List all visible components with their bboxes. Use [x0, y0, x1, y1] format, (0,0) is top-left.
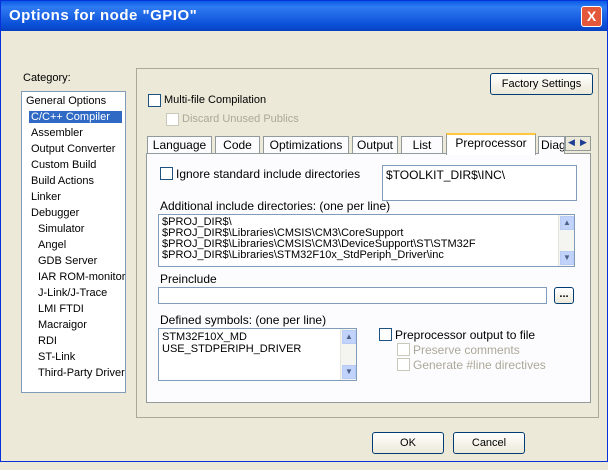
scroll-up-icon[interactable]: ▲ [560, 216, 574, 230]
cancel-button[interactable]: Cancel [453, 432, 525, 454]
generate-line-label: Generate #line directives [413, 358, 546, 372]
category-item[interactable]: Build Actions [29, 175, 96, 187]
category-item[interactable]: Custom Build [29, 159, 98, 171]
category-label: Category: [23, 72, 71, 84]
discard-unused-checkbox [166, 113, 179, 126]
preserve-comments-checkbox [397, 343, 410, 356]
category-item[interactable]: RDI [36, 335, 59, 347]
category-item[interactable]: C/C++ Compiler [29, 111, 122, 123]
tab-diag[interactable]: Diag [538, 136, 565, 154]
toolkit-include-field[interactable]: $TOOLKIT_DIR$\INC\ [382, 165, 577, 201]
scroll-down-icon[interactable]: ▼ [560, 251, 574, 265]
include-scrollbar[interactable]: ▲ ▼ [558, 215, 574, 266]
multifile-checkbox[interactable] [148, 94, 161, 107]
tab-scroll-right-icon[interactable]: ▶ [580, 137, 587, 148]
category-item[interactable]: General Options [24, 95, 108, 107]
discard-unused-label: Discard Unused Publics [182, 113, 299, 125]
preserve-comments-label: Preserve comments [413, 343, 520, 357]
category-item[interactable]: GDB Server [36, 255, 99, 267]
tab-language[interactable]: Language [147, 136, 212, 154]
ok-button[interactable]: OK [372, 432, 444, 454]
category-list[interactable]: General Options C/C++ Compiler Assembler Ou… [21, 91, 126, 393]
category-item[interactable]: Third-Party Driver [36, 367, 127, 379]
tab-optimizations[interactable]: Optimizations [263, 136, 349, 154]
ignore-standard-label: Ignore standard include directories [176, 167, 361, 181]
category-item[interactable]: Debugger [29, 207, 81, 219]
generate-line-checkbox [397, 358, 410, 371]
tab-scroller[interactable]: ◀ ▶ [565, 136, 591, 151]
preinclude-label: Preinclude [160, 272, 217, 286]
defined-scrollbar[interactable]: ▲ ▼ [340, 329, 356, 380]
close-icon[interactable]: X [581, 6, 602, 27]
category-item[interactable]: LMI FTDI [36, 303, 86, 315]
toolkit-include-value: $TOOLKIT_DIR$\INC\ [386, 168, 506, 182]
category-item[interactable]: Angel [36, 239, 68, 251]
tab-preprocessor[interactable]: Preprocessor [446, 133, 536, 155]
category-item[interactable]: Linker [29, 191, 63, 203]
ignore-standard-checkbox[interactable] [160, 167, 173, 180]
preinclude-browse-button[interactable]: ... [554, 287, 574, 304]
defined-symbol-line: USE_STDPERIPH_DRIVER [162, 343, 302, 355]
category-item[interactable]: J-Link/J-Trace [36, 287, 109, 299]
options-dialog: Options for node "GPIO" X Category: Gene… [0, 0, 608, 462]
factory-settings-button[interactable]: Factory Settings [490, 73, 593, 95]
category-item[interactable]: IAR ROM-monitor [36, 271, 127, 283]
defined-symbols-textarea[interactable]: STM32F10X_MD USE_STDPERIPH_DRIVER ▲ ▼ [158, 328, 357, 381]
tab-output[interactable]: Output [352, 136, 398, 154]
additional-include-textarea[interactable]: $PROJ_DIR$\ $PROJ_DIR$\Libraries\CMSIS\C… [158, 214, 575, 267]
defined-symbols-label: Defined symbols: (one per line) [160, 313, 327, 327]
preinclude-field[interactable] [158, 287, 547, 304]
window-title: Options for node "GPIO" [9, 7, 198, 24]
preprocessor-output-label: Preprocessor output to file [395, 328, 536, 342]
tab-scroll-left-icon[interactable]: ◀ [568, 137, 575, 148]
tab-list[interactable]: List [401, 136, 443, 154]
scroll-up-icon[interactable]: ▲ [342, 330, 356, 344]
category-item[interactable]: Output Converter [29, 143, 117, 155]
preprocessor-output-checkbox[interactable] [379, 328, 392, 341]
tab-code[interactable]: Code [215, 136, 260, 154]
defined-symbol-line: STM32F10X_MD [162, 331, 247, 343]
category-item[interactable]: Simulator [36, 223, 86, 235]
category-item[interactable]: Assembler [29, 127, 85, 139]
scroll-down-icon[interactable]: ▼ [342, 365, 356, 379]
additional-include-label: Additional include directories: (one per… [160, 199, 391, 213]
category-item[interactable]: Macraigor [36, 319, 89, 331]
background-strip [0, 462, 608, 470]
include-dir-line: $PROJ_DIR$\Libraries\STM32F10x_StdPeriph… [162, 249, 444, 261]
category-item[interactable]: ST-Link [36, 351, 77, 363]
multifile-label: Multi-file Compilation [164, 94, 267, 106]
title-bar[interactable]: Options for node "GPIO" X [1, 1, 607, 31]
